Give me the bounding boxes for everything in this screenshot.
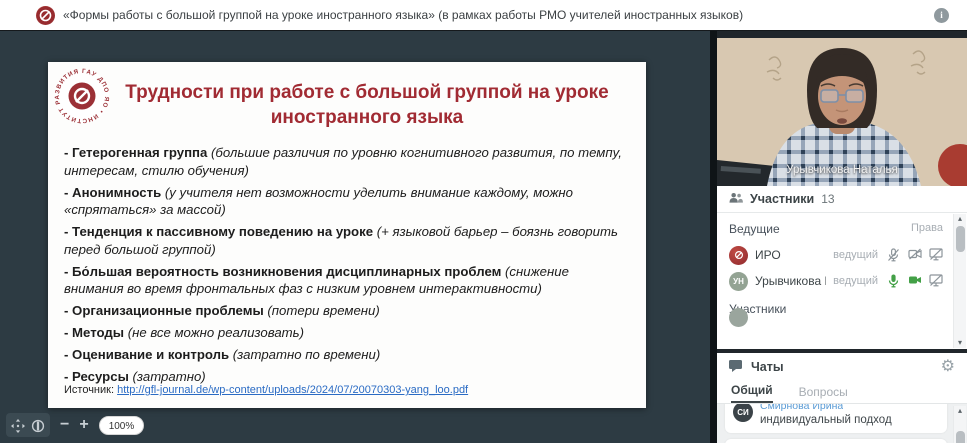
chat-settings-gear-icon[interactable]: ⚙ xyxy=(941,359,955,375)
scroll-up-icon[interactable]: ▴ xyxy=(958,407,962,415)
slide-bullet: - Оценивание и контроль (затратно по вре… xyxy=(64,346,628,364)
scroll-up-icon[interactable]: ▴ xyxy=(958,215,962,223)
participant-row[interactable]: УН Урывчикова Наталья ... ведущий xyxy=(729,268,943,294)
participant-media-icons xyxy=(887,274,943,288)
zoom-toolbar: − + 100% xyxy=(6,413,144,437)
speaker-video[interactable]: Урывчикова Наталья xyxy=(717,31,967,186)
slide-bullet: - Анонимность (у учителя нет возможности… xyxy=(64,184,628,219)
participant-media-icons xyxy=(887,248,943,262)
slide-bullet-list: - Гетерогенная группа (большие различия … xyxy=(64,144,628,386)
slide-bullet: - Методы (не все можно реализовать) xyxy=(64,324,628,342)
chat-icon xyxy=(729,360,743,374)
chat-title: Чаты xyxy=(751,360,933,374)
slide-bullet: - Ресурсы (затратно) xyxy=(64,368,628,386)
participants-list: Ведущие Права ИРО ведущий xyxy=(717,213,967,316)
participants-scrollbar[interactable]: ▴ ▾ xyxy=(953,214,966,348)
chat-messages[interactable]: СИ Смирнова Ирина индивидуальный подход … xyxy=(717,404,967,443)
slide-bullet: - Бо́льшая вероятность возникновения дис… xyxy=(64,263,628,298)
group-participants: Участники xyxy=(729,302,943,316)
avatar xyxy=(729,246,748,265)
chat-message[interactable]: СИ Смирнова Ирина индивидуальный подход xyxy=(725,404,947,433)
slide-title: Трудности при работе с большой группой н… xyxy=(124,80,610,130)
slide-bullet: - Гетерогенная группа (большие различия … xyxy=(64,144,628,179)
chat-text: индивидуальный подход xyxy=(760,414,939,426)
rights-label: Права xyxy=(911,222,943,236)
participant-role: ведущий xyxy=(833,249,878,261)
webinar-title: «Формы работы с большой группой на уроке… xyxy=(63,0,743,31)
participant-role: ведущий xyxy=(833,275,878,287)
chat-tabs: Общий Вопросы xyxy=(717,381,967,404)
chat-scrollbar[interactable]: ▴ ▾ xyxy=(953,406,966,443)
scrollbar-thumb[interactable] xyxy=(956,226,965,252)
slide: ГАУ ДПО ЯО • ИНСТИТУТ РАЗВИТИЯ ОБРАЗОВАН… xyxy=(48,62,646,408)
scrollbar-thumb[interactable] xyxy=(956,431,965,443)
participants-header: Участники 13 xyxy=(717,186,967,213)
participants-title: Участники xyxy=(750,192,814,206)
camera-off-icon[interactable] xyxy=(908,248,922,262)
info-icon[interactable]: i xyxy=(934,8,949,23)
fit-width-icon[interactable] xyxy=(31,418,45,432)
mic-on-icon[interactable] xyxy=(887,274,901,288)
zoom-level-indicator[interactable]: 100% xyxy=(99,416,145,435)
mic-off-icon[interactable] xyxy=(887,248,901,262)
screenshare-off-icon[interactable] xyxy=(929,274,943,288)
participant-row[interactable]: ИРО ведущий xyxy=(729,242,943,268)
screenshare-off-icon[interactable] xyxy=(929,248,943,262)
slide-bullet: - Организационные проблемы (потери време… xyxy=(64,302,628,320)
chat-panel: Чаты ⚙ Общий Вопросы СИ Смирнова Ирина и… xyxy=(717,353,967,443)
source-link[interactable]: http://gfl-journal.de/wp-content/uploads… xyxy=(117,384,468,396)
group-presenters: Ведущие Права xyxy=(729,222,943,236)
avatar: СИ xyxy=(733,404,753,422)
sidebar: Урывчикова Наталья Участники 13 Ведущие … xyxy=(717,31,967,443)
participant-name: ИРО xyxy=(755,248,826,262)
scroll-down-icon[interactable]: ▾ xyxy=(958,339,962,347)
participants-panel: Участники 13 Ведущие Права ИРО ведущий xyxy=(717,186,967,349)
zoom-out-button[interactable]: − xyxy=(60,413,69,437)
chat-header: Чаты ⚙ xyxy=(717,353,967,381)
chat-tab-general[interactable]: Общий xyxy=(731,383,773,403)
webinar-app: «Формы работы с большой группой на уроке… xyxy=(0,0,967,443)
chat-author: Смирнова Ирина xyxy=(760,404,843,412)
slide-source: Источник: http://gfl-journal.de/wp-conte… xyxy=(64,384,468,396)
participant-name: Урывчикова Наталья ... xyxy=(755,274,826,288)
chat-message[interactable]: ПА Поляков Александр 15:10 пассивное пов… xyxy=(725,439,947,443)
slide-bullet: - Тенденция к пассивному поведению на ур… xyxy=(64,223,628,258)
camera-on-icon[interactable] xyxy=(908,274,922,288)
zoom-in-button[interactable]: + xyxy=(79,413,88,437)
panel-divider xyxy=(710,31,717,443)
pan-fit-group xyxy=(6,413,50,437)
chat-tab-questions[interactable]: Вопросы xyxy=(799,385,848,403)
presentation-area: ГАУ ДПО ЯО • ИНСТИТУТ РАЗВИТИЯ ОБРАЗОВАН… xyxy=(0,31,710,443)
avatar: УН xyxy=(729,272,748,291)
source-label: Источник: xyxy=(64,384,114,396)
institute-seal-icon: ГАУ ДПО ЯО • ИНСТИТУТ РАЗВИТИЯ ОБРАЗОВАН… xyxy=(54,68,110,124)
app-logo-icon xyxy=(36,6,55,25)
avatar xyxy=(729,308,748,327)
participants-count: 13 xyxy=(821,192,834,206)
participants-icon xyxy=(729,192,743,206)
speaker-name-overlay: Урывчикова Наталья xyxy=(717,164,967,176)
pan-icon[interactable] xyxy=(11,418,25,432)
top-bar: «Формы работы с большой группой на уроке… xyxy=(0,0,967,31)
